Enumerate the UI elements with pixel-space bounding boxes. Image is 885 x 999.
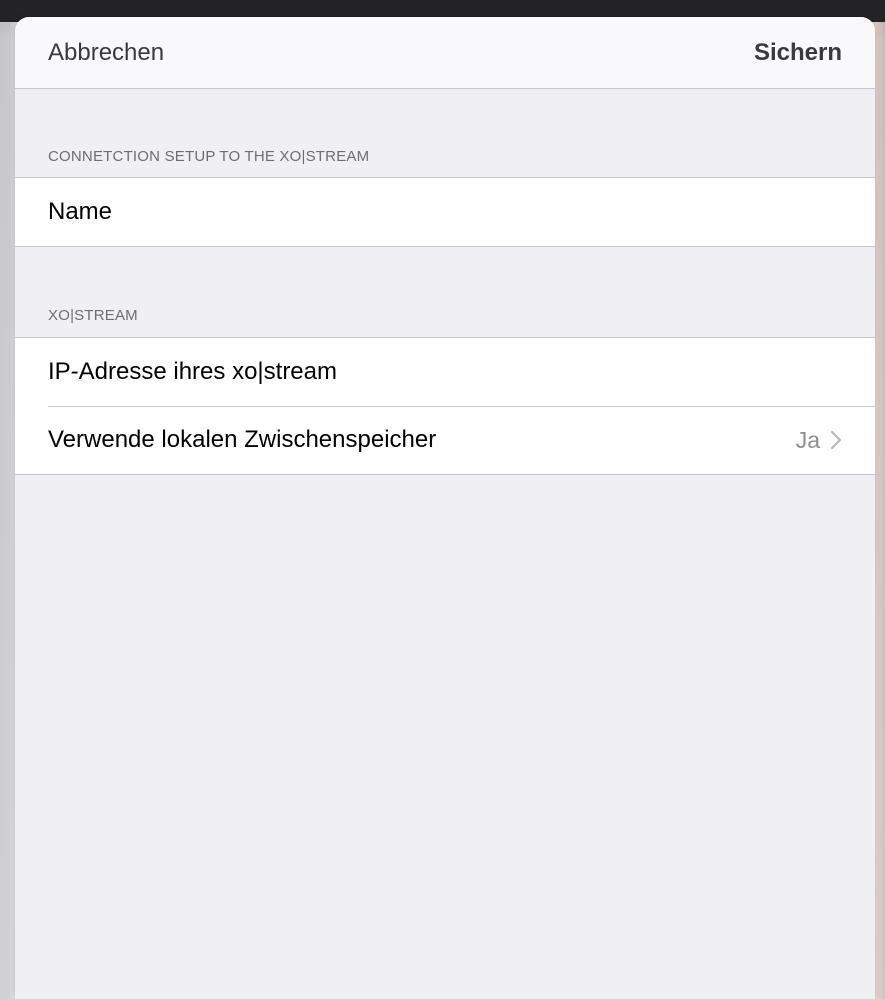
chevron-right-icon <box>830 430 842 450</box>
local-cache-cell[interactable]: Verwende lokalen Zwischenspeicher Ja <box>15 406 875 474</box>
local-cache-accessory: Ja <box>796 427 842 454</box>
connection-form-sheet: Abbrechen Sichern CONNETCTION SETUP TO T… <box>15 17 875 999</box>
background-left-edge <box>0 22 16 999</box>
section-header-connection-setup: CONNETCTION SETUP TO THE XO|STREAM <box>48 148 370 165</box>
connection-setup-group <box>15 177 875 247</box>
local-cache-label: Verwende lokalen Zwischenspeicher <box>48 426 437 453</box>
ip-address-cell[interactable] <box>15 338 875 406</box>
ip-address-input[interactable] <box>48 358 842 386</box>
xo-stream-group: Verwende lokalen Zwischenspeicher Ja <box>15 337 875 475</box>
name-cell[interactable] <box>15 178 875 246</box>
section-header-xo-stream: XO|STREAM <box>48 307 138 324</box>
cancel-button[interactable]: Abbrechen <box>48 39 164 67</box>
save-button[interactable]: Sichern <box>754 39 842 67</box>
local-cache-value: Ja <box>795 426 820 453</box>
navigation-bar: Abbrechen Sichern <box>15 17 875 89</box>
name-input[interactable] <box>48 198 842 226</box>
